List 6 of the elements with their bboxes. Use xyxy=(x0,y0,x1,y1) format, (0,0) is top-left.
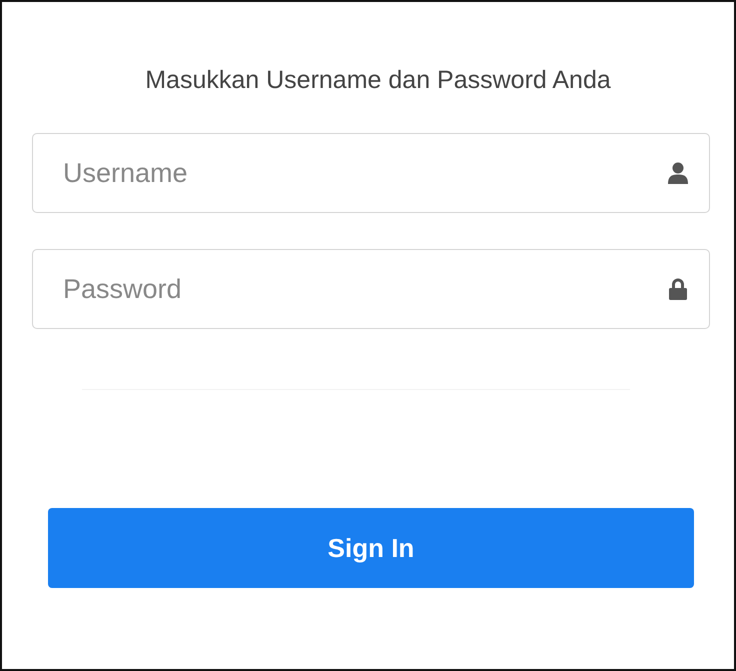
user-icon xyxy=(668,162,688,184)
login-heading: Masukkan Username dan Password Anda xyxy=(144,66,612,95)
sign-in-button[interactable]: Sign In xyxy=(48,508,694,588)
input-field[interactable]: Username xyxy=(32,133,710,213)
lock-icon xyxy=(668,278,688,300)
input-field[interactable]: Password xyxy=(32,249,710,329)
